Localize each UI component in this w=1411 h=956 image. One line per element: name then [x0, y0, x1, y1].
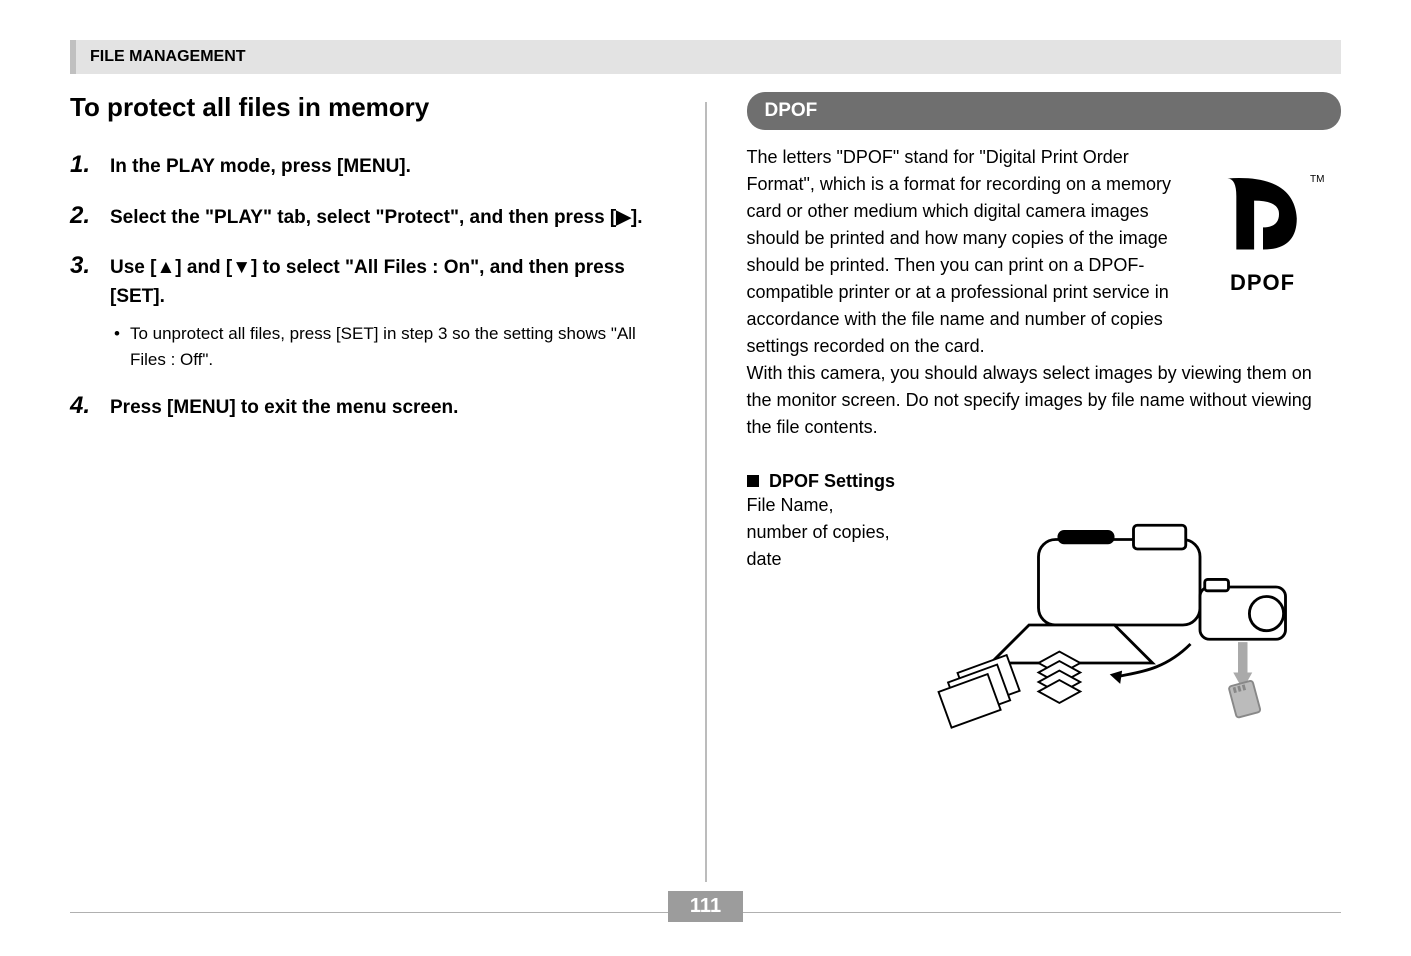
page-number: 111	[668, 891, 743, 922]
dpof-logo: TM DPOF	[1203, 174, 1323, 299]
two-column-layout: To protect all files in memory 1. In the…	[70, 92, 1341, 882]
dpof-paragraph-1: The letters "DPOF" stand for "Digital Pr…	[747, 144, 1187, 360]
dpof-settings-text: DPOF Settings File Name, number of copie…	[747, 471, 895, 573]
step-text: Use [▲] and [▼] to select "All Files : O…	[110, 257, 625, 307]
right-column: DPOF The letters "DPOF" stand for "Digit…	[747, 92, 1342, 882]
dpof-illustration	[915, 471, 1341, 746]
steps-list: 1. In the PLAY mode, press [MENU]. 2. Se…	[70, 153, 665, 423]
step-1: 1. In the PLAY mode, press [MENU].	[70, 153, 665, 182]
step-3: 3. Use [▲] and [▼] to select "All Files …	[70, 254, 665, 372]
subnote-text: To unprotect all files, press [SET] in s…	[130, 321, 665, 372]
step-4: 4. Press [MENU] to exit the menu screen.	[70, 394, 665, 423]
document-page: FILE MANAGEMENT To protect all files in …	[0, 0, 1411, 956]
step-subnote: To unprotect all files, press [SET] in s…	[114, 321, 665, 372]
section-header: FILE MANAGEMENT	[70, 40, 1341, 74]
left-title: To protect all files in memory	[70, 92, 665, 123]
dpof-logo-text: DPOF	[1203, 266, 1323, 299]
dpof-settings-items: File Name, number of copies, date	[747, 492, 895, 573]
dpof-logo-icon	[1218, 174, 1308, 254]
step-text: Select the "PLAY" tab, select "Protect",…	[110, 207, 642, 228]
printer-camera-illustration-icon	[915, 471, 1295, 741]
step-number: 1.	[70, 151, 90, 179]
square-bullet-icon	[747, 475, 759, 487]
step-text: In the PLAY mode, press [MENU].	[110, 156, 411, 177]
dpof-paragraph-2: With this camera, you should always sele…	[747, 360, 1327, 441]
step-number: 4.	[70, 392, 90, 420]
column-divider	[705, 102, 707, 882]
step-number: 3.	[70, 252, 90, 280]
trademark-symbol: TM	[1310, 172, 1324, 187]
dpof-body: The letters "DPOF" stand for "Digital Pr…	[747, 144, 1342, 441]
left-column: To protect all files in memory 1. In the…	[70, 92, 665, 882]
step-text: Press [MENU] to exit the menu screen.	[110, 397, 458, 418]
page-footer: 111	[70, 912, 1341, 936]
dpof-settings-block: DPOF Settings File Name, number of copie…	[747, 471, 1342, 746]
dpof-heading: DPOF	[747, 92, 1342, 130]
dpof-settings-title: DPOF Settings	[769, 471, 895, 491]
step-number: 2.	[70, 202, 90, 230]
step-2: 2. Select the "PLAY" tab, select "Protec…	[70, 204, 665, 233]
